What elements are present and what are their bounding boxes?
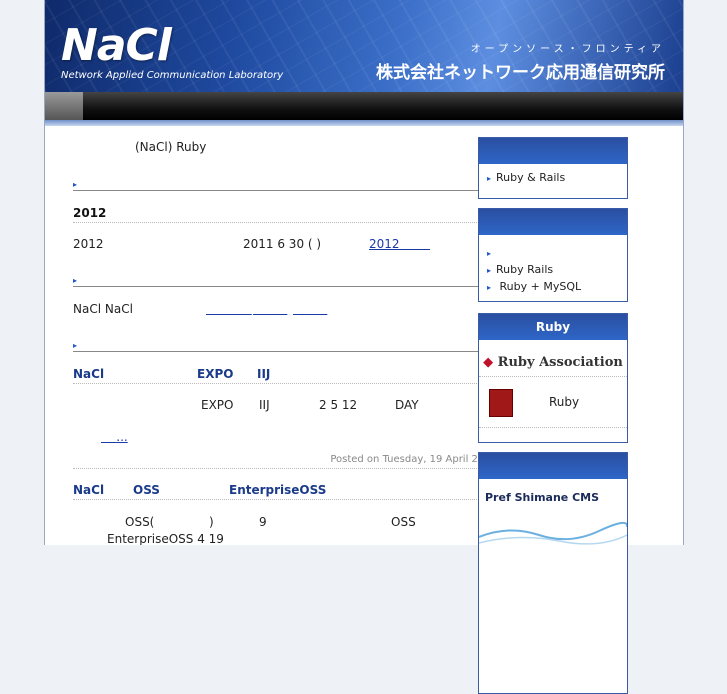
arrow-icon: ▸: [73, 180, 78, 189]
section-text: 2 5 12: [319, 398, 358, 412]
ruby-book-label: Ruby: [549, 395, 580, 409]
section-title-part[interactable]: EXPO: [197, 367, 233, 381]
sidebar-box-header: [479, 453, 627, 479]
section-text: OSS(: [125, 515, 155, 529]
sidebar-box-header: [479, 209, 627, 235]
nav-divider: [45, 120, 683, 126]
ruby-gem-icon: ◆: [483, 355, 494, 370]
section-text: DAY: [395, 398, 419, 412]
section-text: OSS: [391, 515, 416, 529]
section-text: 2012: [73, 237, 104, 251]
nav-bar: [45, 92, 683, 120]
sidebar-box-header: [479, 138, 627, 164]
sidebar-item-ruby-rails[interactable]: ▸ Ruby & Rails: [487, 170, 619, 187]
sidebar-item-ruby-rails[interactable]: ▸ Ruby Rails: [487, 262, 619, 279]
section-text: NaCl NaCl: [73, 302, 133, 316]
intro-text: (NaCl) Ruby: [135, 140, 207, 154]
sidebar-item-ruby-mysql[interactable]: ▸ Ruby + MySQL: [487, 279, 619, 296]
ruby-association-banner[interactable]: ◆ Ruby Association: [479, 340, 627, 377]
arrow-icon: ▸: [73, 276, 78, 285]
section-title[interactable]: NaCl: [73, 367, 104, 381]
ruby-book-icon: [489, 389, 513, 417]
section-text: IIJ: [259, 398, 270, 412]
section-text: EnterpriseOSS 4 19: [107, 532, 224, 545]
pref-shimane-cms-banner[interactable]: Pref Shimane CMS: [479, 479, 627, 545]
logo-subtitle: Network Applied Communication Laboratory: [61, 70, 284, 81]
sidebar-box-2: ▸ ▸ Ruby Rails ▸ Ruby + MySQL: [478, 208, 628, 302]
inline-link-1[interactable]: [206, 302, 252, 316]
tagline: オープンソース・フロンティア: [470, 44, 665, 55]
read-more-link[interactable]: ...: [101, 430, 127, 444]
section-title-part[interactable]: OSS: [133, 483, 160, 497]
section-title[interactable]: NaCl: [73, 483, 104, 497]
section-text: ): [209, 515, 214, 529]
sidebar-box-ruby: Ruby ◆ Ruby Association Ruby: [478, 313, 628, 443]
company-name: 株式会社ネットワーク応用通信研究所: [376, 63, 665, 83]
inline-link-3[interactable]: [293, 302, 327, 316]
section-title-part[interactable]: IIJ: [257, 367, 270, 381]
ruby-book-link[interactable]: Ruby: [479, 377, 627, 428]
sidebar-item[interactable]: ▸: [487, 245, 619, 262]
inline-link-2[interactable]: [253, 302, 287, 316]
sidebar-box-header: Ruby: [479, 314, 627, 340]
section-text: 9: [259, 515, 267, 529]
section-title-part[interactable]: EnterpriseOSS: [229, 483, 326, 497]
wave-graphic: [479, 521, 627, 545]
posted-date: Posted on Tuesday, 19 April 2011: [330, 454, 497, 465]
section-link[interactable]: 2012: [369, 237, 430, 251]
section-date: 2011 6 30 ( ): [243, 237, 322, 251]
nav-home-button[interactable]: [45, 92, 83, 120]
site-header: NaCl Network Applied Communication Labor…: [45, 0, 683, 92]
arrow-icon: ▸: [73, 341, 78, 350]
sidebar-box-cms: Pref Shimane CMS: [478, 452, 628, 694]
sidebar-box-1: ▸ Ruby & Rails: [478, 137, 628, 199]
section-text: EXPO: [201, 398, 234, 412]
nacl-logo[interactable]: NaCl: [61, 20, 172, 71]
section-title[interactable]: 2012: [73, 206, 106, 220]
